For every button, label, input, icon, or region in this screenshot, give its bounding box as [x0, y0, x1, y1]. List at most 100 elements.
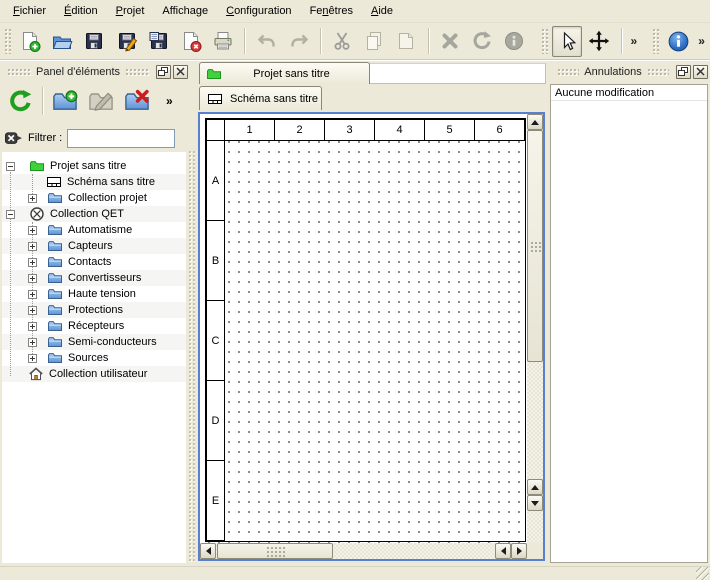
- close-icon: [696, 67, 705, 76]
- toolbar-overflow-button[interactable]: »: [695, 34, 708, 48]
- expand-icon[interactable]: [28, 338, 37, 347]
- menu-fichier[interactable]: Fichier: [4, 2, 55, 20]
- tree-item-capteurs[interactable]: Capteurs: [2, 238, 186, 254]
- rotate-button[interactable]: [467, 26, 497, 57]
- tree-item-project[interactable]: Projet sans titre: [2, 158, 186, 174]
- float-window-icon: [678, 67, 689, 77]
- tree-item-haute-tension[interactable]: Haute tension: [2, 286, 186, 302]
- scrollbar-corner: [527, 543, 543, 559]
- project-folder-icon: [206, 66, 222, 82]
- scroll-right-button[interactable]: [511, 543, 527, 559]
- expand-icon[interactable]: [28, 274, 37, 283]
- filter-input[interactable]: [67, 129, 175, 148]
- menu-edition[interactable]: Édition: [55, 2, 107, 20]
- filter-row: Filtrer :: [4, 128, 188, 148]
- menu-fenetres[interactable]: Fenêtres: [301, 2, 362, 20]
- redo-button[interactable]: [284, 26, 314, 57]
- menu-configuration[interactable]: Configuration: [217, 2, 300, 20]
- toolbar-handle[interactable]: [4, 28, 11, 54]
- element-info-button[interactable]: [499, 26, 529, 57]
- horizontal-scrollbar-thumb[interactable]: [217, 543, 333, 559]
- folder-edit-icon: [87, 87, 115, 115]
- scroll-left-button[interactable]: [495, 543, 511, 559]
- scroll-up-button[interactable]: [527, 479, 543, 495]
- undo-history-list[interactable]: Aucune modification: [550, 84, 708, 563]
- reload-collections-button[interactable]: [4, 85, 37, 118]
- new-category-button[interactable]: [48, 85, 81, 118]
- elements-panel-title: Panel d'éléments: [36, 66, 120, 78]
- tree-item-schema[interactable]: Schéma sans titre: [2, 174, 186, 190]
- delete-category-button[interactable]: [120, 85, 153, 118]
- schema-canvas[interactable]: 1 2 3 4 5 6 A B C: [200, 114, 527, 543]
- tree-item-collection-utilisateur[interactable]: Collection utilisateur: [2, 366, 186, 382]
- tab-projet-sans-titre[interactable]: Projet sans titre: [199, 62, 370, 84]
- edit-category-button[interactable]: [84, 85, 117, 118]
- dock-float-button[interactable]: [676, 65, 691, 79]
- print-button[interactable]: [208, 26, 238, 57]
- toolbar-handle[interactable]: [652, 28, 659, 54]
- toolbar-separator: [320, 28, 321, 54]
- resize-grip[interactable]: [696, 567, 709, 580]
- move-tool-button[interactable]: [584, 26, 614, 57]
- open-project-button[interactable]: [47, 26, 77, 57]
- tree-item-convertisseurs[interactable]: Convertisseurs: [2, 270, 186, 286]
- tree-item-recepteurs[interactable]: Récepteurs: [2, 318, 186, 334]
- scroll-down-button[interactable]: [527, 495, 543, 511]
- undo-button[interactable]: [251, 26, 281, 57]
- undo-list-item[interactable]: Aucune modification: [551, 85, 707, 101]
- collapse-icon[interactable]: [6, 210, 15, 219]
- scroll-up-button[interactable]: [527, 114, 543, 130]
- elements-panel-toolbar: »: [2, 82, 188, 120]
- tree-item-contacts[interactable]: Contacts: [2, 254, 186, 270]
- paste-button[interactable]: [391, 26, 421, 57]
- expand-icon[interactable]: [28, 354, 37, 363]
- tree-item-collection-projet[interactable]: Collection projet: [2, 190, 186, 206]
- expand-icon[interactable]: [28, 258, 37, 267]
- expand-icon[interactable]: [28, 242, 37, 251]
- delete-button[interactable]: [435, 26, 465, 57]
- row-header: A: [207, 141, 225, 221]
- copy-button[interactable]: [359, 26, 389, 57]
- row-header: E: [207, 461, 225, 541]
- menu-aide[interactable]: Aide: [362, 2, 402, 20]
- paste-icon: [394, 29, 418, 53]
- dock-close-button[interactable]: [173, 65, 188, 79]
- collapse-icon[interactable]: [6, 162, 15, 171]
- expand-icon[interactable]: [28, 194, 37, 203]
- expand-icon[interactable]: [28, 226, 37, 235]
- expand-icon[interactable]: [28, 322, 37, 331]
- clear-filter-button[interactable]: [4, 130, 23, 147]
- dock-splitter-handle[interactable]: [188, 150, 195, 563]
- undo-panel-titlebar: Annulations: [552, 63, 708, 80]
- tree-item-automatisme[interactable]: Automatisme: [2, 222, 186, 238]
- dock-float-button[interactable]: [156, 65, 171, 79]
- menu-projet[interactable]: Projet: [107, 2, 154, 20]
- toolbar-overflow-button[interactable]: »: [627, 34, 640, 48]
- undo-icon: [255, 29, 279, 53]
- vertical-scrollbar-thumb[interactable]: [527, 130, 543, 362]
- row-header: B: [207, 221, 225, 301]
- close-file-button[interactable]: [176, 26, 206, 57]
- dock-close-button[interactable]: [693, 65, 708, 79]
- expand-icon[interactable]: [28, 290, 37, 299]
- scroll-left-button[interactable]: [200, 543, 216, 559]
- toolbar-handle[interactable]: [541, 28, 548, 54]
- panel-overflow-button[interactable]: »: [166, 94, 173, 108]
- about-info-button[interactable]: [663, 26, 693, 57]
- tree-item-collection-qet[interactable]: Collection QET: [2, 206, 186, 222]
- expand-icon[interactable]: [28, 306, 37, 315]
- save-as-button[interactable]: [112, 26, 142, 57]
- tab-schema-sans-titre[interactable]: Schéma sans titre: [199, 86, 322, 110]
- cut-button[interactable]: [327, 26, 357, 57]
- home-icon: [28, 366, 44, 382]
- save-all-button[interactable]: [144, 26, 174, 57]
- tree-item-sources[interactable]: Sources: [2, 350, 186, 366]
- schema-icon: [207, 91, 223, 107]
- row-header: D: [207, 381, 225, 461]
- new-project-button[interactable]: [15, 26, 45, 57]
- menu-affichage[interactable]: Affichage: [153, 2, 217, 20]
- tree-item-protections[interactable]: Protections: [2, 302, 186, 318]
- select-tool-button[interactable]: [552, 26, 582, 57]
- tree-item-semi-conducteurs[interactable]: Semi-conducteurs: [2, 334, 186, 350]
- save-button[interactable]: [79, 26, 109, 57]
